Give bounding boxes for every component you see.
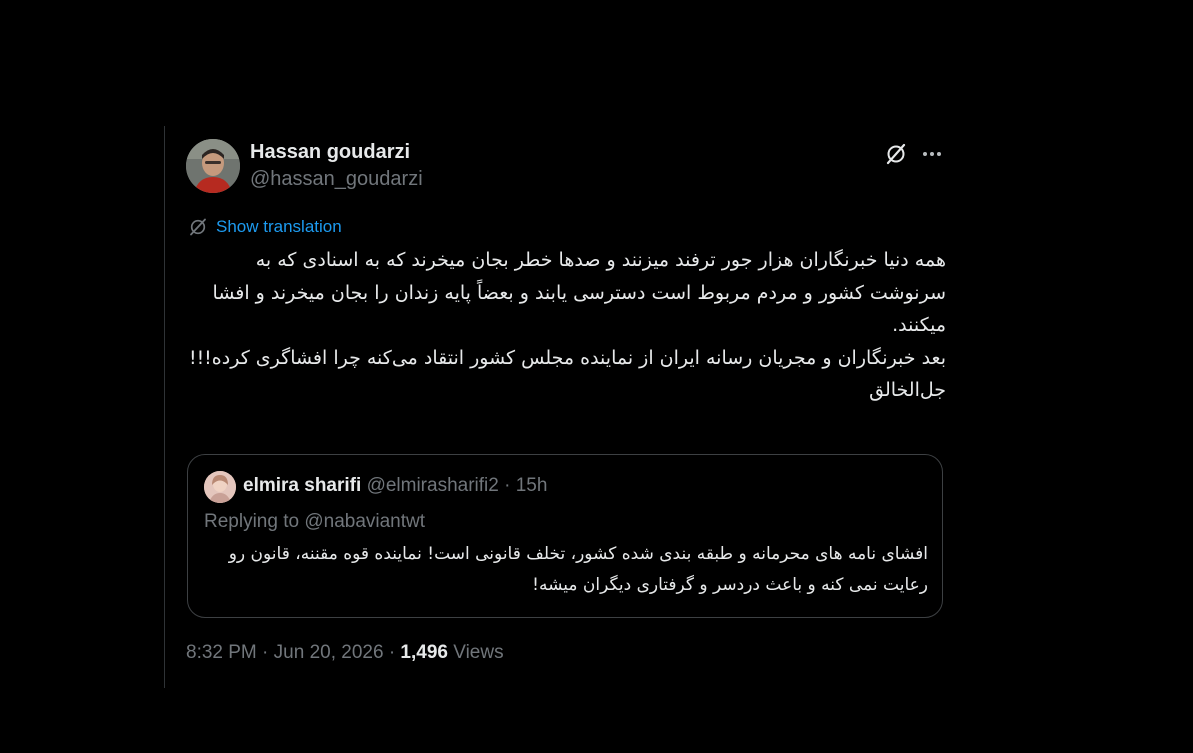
grok-slash-icon[interactable] — [884, 142, 908, 166]
quote-avatar-image — [204, 471, 236, 503]
quote-separator: · — [504, 475, 511, 496]
author-display-name[interactable]: Hassan goudarzi — [250, 141, 410, 164]
quote-header: elmira sharifi @elmirasharifi2 · 15h — [243, 475, 547, 497]
footer-separator: · — [388, 642, 396, 663]
tweet-text: همه دنیا خبرنگاران هزار جور ترفند میزنند… — [186, 244, 946, 407]
tweet-paragraph: جل‌الخالق — [869, 379, 946, 401]
quote-author-name[interactable]: elmira sharifi — [243, 475, 361, 496]
tweet-paragraph: همه دنیا خبرنگاران هزار جور ترفند میزنند… — [212, 249, 946, 336]
show-translation-label: Show translation — [216, 217, 342, 236]
tweet-footer: 8:32 PM · Jun 20, 2026 · 1,496 Views — [186, 642, 504, 664]
footer-separator: · — [262, 642, 269, 663]
author-handle[interactable]: @hassan_goudarzi — [250, 168, 423, 191]
author-avatar[interactable] — [186, 139, 240, 193]
tweet-paragraph: بعد خبرنگاران و مجریان رسانه ایران از نم… — [188, 346, 946, 369]
tweet-date[interactable]: Jun 20, 2026 — [274, 642, 384, 663]
quote-author-avatar[interactable] — [204, 471, 236, 503]
show-translation-button[interactable]: Show translation — [188, 217, 342, 237]
quoted-tweet-card[interactable]: elmira sharifi @elmirasharifi2 · 15h Rep… — [187, 454, 943, 618]
quote-author-handle[interactable]: @elmirasharifi2 — [367, 475, 499, 496]
quote-text: افشای نامه های محرمانه و طبقه بندی شده ک… — [228, 544, 928, 595]
thread-divider-line — [164, 126, 165, 688]
views-count: 1,496 — [400, 642, 448, 663]
tweet-time[interactable]: 8:32 PM — [186, 642, 257, 663]
more-horizontal-icon[interactable] — [920, 142, 944, 166]
translate-icon — [188, 217, 208, 237]
author-avatar-image — [186, 139, 240, 193]
views-label: Views — [453, 642, 504, 663]
quote-timestamp[interactable]: 15h — [516, 475, 548, 496]
replying-to-label: Replying to @nabaviantwt — [204, 511, 426, 532]
